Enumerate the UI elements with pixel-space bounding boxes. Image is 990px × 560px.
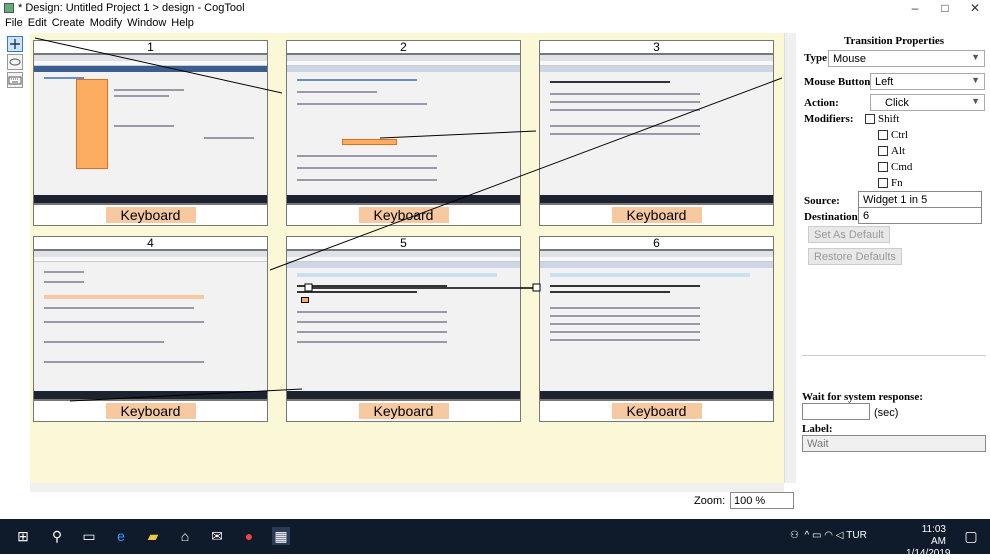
ctrl-label: Ctrl	[891, 129, 909, 141]
label-label: Label:	[802, 423, 833, 435]
tool-palette	[5, 36, 25, 90]
horizontal-scrollbar[interactable]	[30, 483, 784, 492]
transition-arrow[interactable]	[269, 77, 783, 271]
taskbar: ⊞ ⚲ ▭ e ▰ ⌂ ✉ ● ▦ ⚇ ^ ▭ ◠ ◁ TUR 11:03 AM…	[0, 519, 990, 559]
zoom-select[interactable]: 100 %	[730, 492, 794, 509]
wait-field[interactable]	[802, 403, 870, 420]
alt-label: Alt	[891, 145, 906, 157]
panel-title: Transition Properties	[843, 35, 945, 47]
keyboard-tool-icon[interactable]	[7, 72, 23, 88]
transition-properties-panel: Transition Properties Type: Mouse ▼ Mouse…	[802, 33, 986, 489]
chevron-down-icon: ▼	[971, 52, 980, 62]
cmd-checkbox[interactable]	[878, 162, 888, 172]
fn-label: Fn	[891, 177, 903, 189]
set-as-default-button[interactable]: Set As Default	[808, 226, 890, 243]
transition-handle[interactable]	[304, 283, 313, 292]
menu-bar: File Edit Create Modify Window Help	[0, 16, 990, 31]
battery-icon[interactable]: ▭	[812, 530, 821, 541]
restore-defaults-button[interactable]: Restore Defaults	[808, 248, 902, 265]
label-field[interactable]: Wait	[802, 435, 986, 452]
store-icon[interactable]: ⌂	[176, 527, 194, 545]
notifications-icon[interactable]: ▢	[962, 527, 980, 545]
system-tray: ⚇ ^ ▭ ◠ ◁ TUR	[790, 530, 867, 541]
clock-time: 11:03 AM	[921, 524, 946, 547]
shift-label: Shift	[878, 113, 900, 125]
maximize-button[interactable]: □	[930, 0, 960, 16]
zoom-label: Zoom:	[694, 495, 726, 507]
chevron-up-icon[interactable]: ^	[805, 530, 810, 541]
select-tool-icon[interactable]	[7, 36, 23, 52]
chrome-icon[interactable]: ●	[240, 527, 258, 545]
menu-modify[interactable]: Modify	[90, 16, 122, 30]
destination-field[interactable]: 6	[858, 207, 982, 224]
search-icon[interactable]: ⚲	[48, 527, 66, 545]
clock-date: 1/14/2019	[906, 548, 951, 559]
mail-icon[interactable]: ✉	[208, 527, 226, 545]
menu-create[interactable]: Create	[52, 16, 85, 30]
file-explorer-icon[interactable]: ▰	[144, 527, 162, 545]
ctrl-checkbox[interactable]	[878, 130, 888, 140]
chevron-down-icon: ▼	[971, 75, 980, 85]
action-label: Action:	[804, 97, 839, 109]
chevron-down-icon: ▼	[971, 96, 980, 106]
design-canvas[interactable]: 1 Keyboard 2 Keyboard 3 Keyboard 4 Keybo…	[30, 33, 784, 483]
panel-divider	[802, 355, 986, 356]
title-bar: * Design: Untitled Project 1 > design - …	[0, 0, 990, 16]
transition-arrow[interactable]	[69, 388, 303, 402]
mouse-button-select[interactable]: Left ▼	[870, 73, 985, 90]
alt-checkbox[interactable]	[878, 146, 888, 156]
destination-label: Destination:	[804, 211, 862, 223]
type-select[interactable]: Mouse ▼	[828, 50, 985, 67]
cogtool-taskbar-icon[interactable]: ▦	[272, 527, 290, 545]
vertical-scrollbar[interactable]	[784, 33, 796, 483]
clock[interactable]: 11:03 AM 1/14/2019	[906, 524, 951, 560]
window-title: * Design: Untitled Project 1 > design - …	[18, 2, 245, 14]
action-select[interactable]: Click ▼	[870, 94, 985, 111]
cmd-label: Cmd	[891, 161, 913, 173]
wait-label: Wait for system response:	[802, 391, 923, 403]
edge-icon[interactable]: e	[112, 527, 130, 545]
mouse-button-label: Mouse Button:	[804, 76, 874, 88]
minimize-button[interactable]: –	[900, 0, 930, 16]
wait-unit: (sec)	[874, 407, 899, 419]
language-indicator[interactable]: TUR	[846, 530, 867, 541]
shift-checkbox[interactable]	[865, 114, 875, 124]
transition-arrows	[34, 37, 783, 402]
task-view-icon[interactable]: ▭	[80, 527, 98, 545]
fn-checkbox[interactable]	[878, 178, 888, 188]
menu-help[interactable]: Help	[171, 16, 194, 30]
cogtool-app-icon	[4, 3, 14, 13]
modifiers-label: Modifiers:	[804, 113, 854, 125]
close-button[interactable]: ✕	[960, 0, 990, 16]
menu-file[interactable]: File	[5, 16, 23, 30]
widget-tool-icon[interactable]	[7, 54, 23, 70]
windows-start-icon[interactable]: ⊞	[14, 527, 32, 545]
transition-arrow[interactable]	[34, 37, 283, 94]
transition-handle[interactable]	[532, 283, 541, 292]
menu-window[interactable]: Window	[127, 16, 166, 30]
type-label: Type:	[804, 52, 831, 64]
wifi-icon[interactable]: ◠	[824, 530, 833, 541]
source-label: Source:	[804, 195, 840, 207]
volume-icon[interactable]: ◁	[836, 530, 844, 541]
transition-arrow[interactable]	[379, 130, 537, 139]
people-icon[interactable]: ⚇	[790, 530, 799, 541]
source-field[interactable]: Widget 1 in 5	[858, 191, 982, 208]
menu-edit[interactable]: Edit	[28, 16, 47, 30]
